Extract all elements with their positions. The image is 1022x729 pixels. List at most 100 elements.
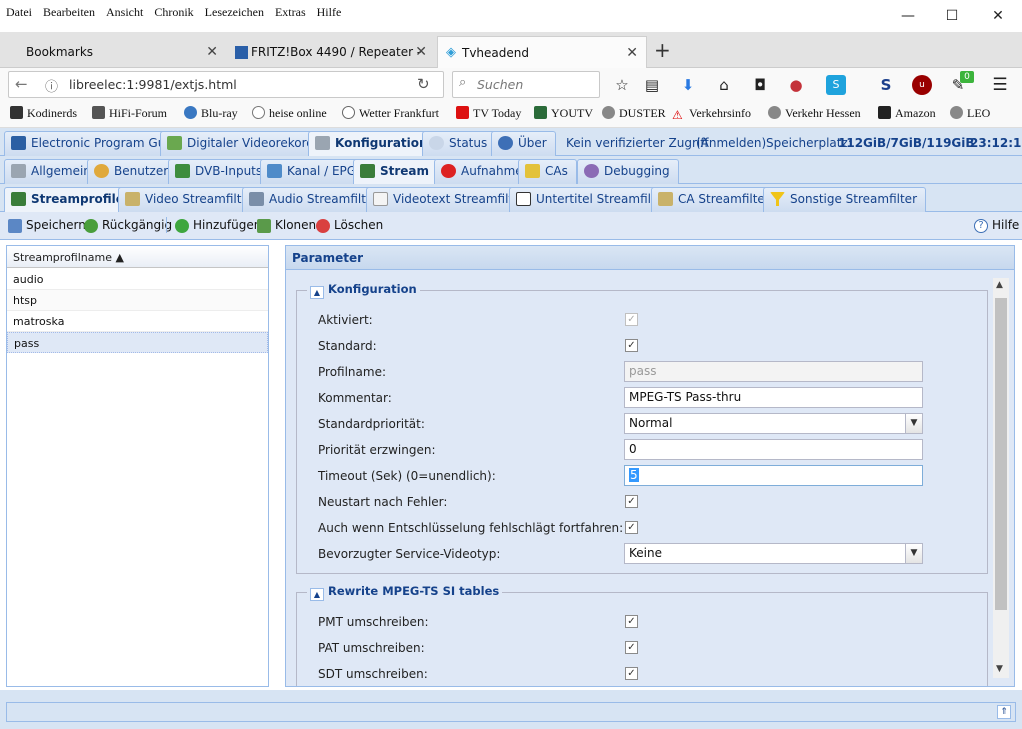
amazon-icon xyxy=(878,106,891,119)
tab-ca-streamfilter[interactable]: CA Streamfilter xyxy=(651,187,779,212)
badge-count: 0 xyxy=(960,71,974,83)
add-button[interactable]: Hinzufügen xyxy=(175,218,261,233)
checkbox-standard[interactable]: ✓ xyxy=(625,339,638,352)
minimize-button[interactable]: — xyxy=(888,4,928,28)
checkbox-pmt[interactable]: ✓ xyxy=(625,615,638,628)
maximize-button[interactable]: ☐ xyxy=(932,4,972,28)
select-standardprioritaet[interactable]: Normal ▼ xyxy=(624,413,923,434)
url-bar[interactable]: ← ⓘ libreelec:1:9981/extjs.html ↻ xyxy=(8,71,444,98)
tab-stream[interactable]: Stream xyxy=(353,159,439,184)
bookmark-duster[interactable]: DUSTER xyxy=(602,106,666,121)
tab-sonstige-streamfilter[interactable]: Sonstige Streamfilter xyxy=(763,187,927,212)
clone-button[interactable]: Klonen xyxy=(257,218,316,233)
reading-list-icon[interactable]: ▤ xyxy=(642,75,662,95)
table-row[interactable]: audio xyxy=(7,269,268,290)
toolbar: Speichern Rückgängig Hinzufügen Klonen L… xyxy=(0,212,1022,240)
reload-icon[interactable]: ↻ xyxy=(417,75,430,93)
bug-icon xyxy=(584,164,599,178)
tab-cas[interactable]: CAs xyxy=(518,159,577,184)
back-icon[interactable]: ← xyxy=(15,75,28,93)
legend-konfiguration[interactable]: ▲ Konfiguration xyxy=(307,282,420,299)
tab-konfiguration[interactable]: Konfiguration xyxy=(308,131,437,156)
new-tab-icon[interactable]: + xyxy=(654,38,671,62)
storage-value: 112GiB/7GiB/119GiB xyxy=(838,136,975,150)
help-button[interactable]: ? Hilfe xyxy=(974,218,1019,233)
close-tab-icon[interactable]: ✕ xyxy=(206,36,218,68)
table-row[interactable]: matroska xyxy=(7,311,268,332)
menu-chronik[interactable]: Chronik xyxy=(148,0,198,20)
s-addon-icon[interactable]: S xyxy=(876,75,896,95)
delete-button[interactable]: Löschen xyxy=(316,218,383,233)
scroll-down-icon[interactable]: ▼ xyxy=(996,664,1003,674)
tab-benutzer[interactable]: Benutzer xyxy=(87,159,178,184)
addon-icon[interactable]: ● xyxy=(786,75,806,95)
browser-tab-fritzbox[interactable]: FRITZ!Box 4490 / Repeater - ✕ xyxy=(227,36,435,68)
browser-tab-bookmarks[interactable]: Bookmarks ✕ xyxy=(0,36,226,68)
scrollbar-thumb[interactable] xyxy=(995,298,1007,610)
bookmark-hifi[interactable]: HiFi-Forum xyxy=(92,106,167,121)
menu-bearbeiten[interactable]: Bearbeiten xyxy=(37,0,100,20)
tab-kanal-epg[interactable]: Kanal / EPG xyxy=(260,159,366,184)
bookmark-leo[interactable]: LEO xyxy=(950,106,990,121)
chevron-down-icon[interactable]: ▼ xyxy=(905,414,922,433)
checkbox-sdt[interactable]: ✓ xyxy=(625,667,638,680)
menu-extras[interactable]: Extras xyxy=(269,0,311,20)
scroll-up-icon[interactable]: ▲ xyxy=(996,280,1003,290)
url-text: libreelec:1:9981/extjs.html xyxy=(69,77,237,92)
bookmark-heise[interactable]: heise online xyxy=(252,106,327,121)
input-timeout[interactable]: 5 xyxy=(624,465,923,486)
search-input[interactable]: ⌕ Suchen xyxy=(452,71,600,98)
info-icon[interactable]: ⓘ xyxy=(45,76,58,95)
chevron-down-icon[interactable]: ▼ xyxy=(905,544,922,563)
tab-dvb-inputs[interactable]: DVB-Inputs xyxy=(168,159,272,184)
label-standardprioritaet: Standardpriorität: xyxy=(318,417,425,431)
menu-datei[interactable]: Datei xyxy=(0,0,37,20)
skype-icon[interactable]: S xyxy=(826,75,846,95)
close-window-button[interactable]: ✕ xyxy=(978,4,1018,28)
tab-streamprofile[interactable]: Streamprofile xyxy=(4,187,133,212)
input-prioritaet-erzwingen[interactable]: 0 xyxy=(624,439,923,460)
menu-lesezeichen[interactable]: Lesezeichen xyxy=(199,0,269,20)
bookmark-kodinerds[interactable]: Kodinerds xyxy=(10,106,77,121)
close-tab-icon[interactable]: ✕ xyxy=(626,37,638,68)
table-row-selected[interactable]: pass xyxy=(7,332,268,353)
table-row[interactable]: htsp xyxy=(7,290,268,311)
checkbox-neustart[interactable]: ✓ xyxy=(625,495,638,508)
legend-rewrite[interactable]: ▲ Rewrite MPEG-TS SI tables xyxy=(307,584,503,601)
tab-debugging[interactable]: Debugging xyxy=(577,159,679,184)
checkbox-pat[interactable]: ✓ xyxy=(625,641,638,654)
home-icon[interactable]: ⌂ xyxy=(714,75,734,95)
tab-allgemein[interactable]: Allgemein xyxy=(4,159,100,184)
dvb-icon xyxy=(175,164,190,178)
vertical-scrollbar[interactable]: ▲ ▼ xyxy=(993,278,1009,678)
tab-ueber[interactable]: Über xyxy=(491,131,556,156)
bookmark-bluray[interactable]: Blu-ray xyxy=(184,106,238,121)
add-icon xyxy=(175,219,189,233)
bookmark-youtv[interactable]: YOUTV xyxy=(534,106,593,121)
hamburger-menu-icon[interactable]: ☰ xyxy=(990,75,1010,95)
input-kommentar[interactable]: MPEG-TS Pass-thru xyxy=(624,387,923,408)
column-header-streamprofilname[interactable]: Streamprofilname ▲ xyxy=(7,246,268,268)
collapse-icon[interactable]: ▲ xyxy=(310,286,324,299)
menu-hilfe[interactable]: Hilfe xyxy=(311,0,347,20)
ublock-icon[interactable]: u xyxy=(912,75,932,95)
select-bevorzugter-videotyp[interactable]: Keine ▼ xyxy=(624,543,923,564)
pocket-icon[interactable]: ◘ xyxy=(750,75,770,95)
bookmark-amazon[interactable]: Amazon xyxy=(878,106,936,121)
browser-tab-tvheadend[interactable]: ◈ Tvheadend ✕ xyxy=(437,36,647,68)
bookmark-wetter[interactable]: Wetter Frankfurt xyxy=(342,106,439,121)
tab-status[interactable]: Status xyxy=(422,131,497,156)
bookmark-star-icon[interactable]: ☆ xyxy=(612,75,632,95)
login-link[interactable]: (Anmelden) xyxy=(696,136,766,150)
close-tab-icon[interactable]: ✕ xyxy=(415,36,427,68)
collapse-icon[interactable]: ▲ xyxy=(310,588,324,601)
checkbox-auch-wenn[interactable]: ✓ xyxy=(625,521,638,534)
bookmark-verkehr-hessen[interactable]: Verkehr Hessen xyxy=(768,106,861,121)
undo-button[interactable]: Rückgängig xyxy=(84,218,172,233)
download-icon[interactable]: ⬇ xyxy=(678,75,698,95)
menu-ansicht[interactable]: Ansicht xyxy=(100,0,148,20)
bookmark-tvtoday[interactable]: TV Today xyxy=(456,106,521,121)
save-button[interactable]: Speichern xyxy=(8,218,86,233)
bookmark-verkehrsinfo[interactable]: ⚠ Verkehrsinfo xyxy=(672,106,751,122)
expand-up-icon[interactable]: ⇑ xyxy=(997,705,1011,719)
